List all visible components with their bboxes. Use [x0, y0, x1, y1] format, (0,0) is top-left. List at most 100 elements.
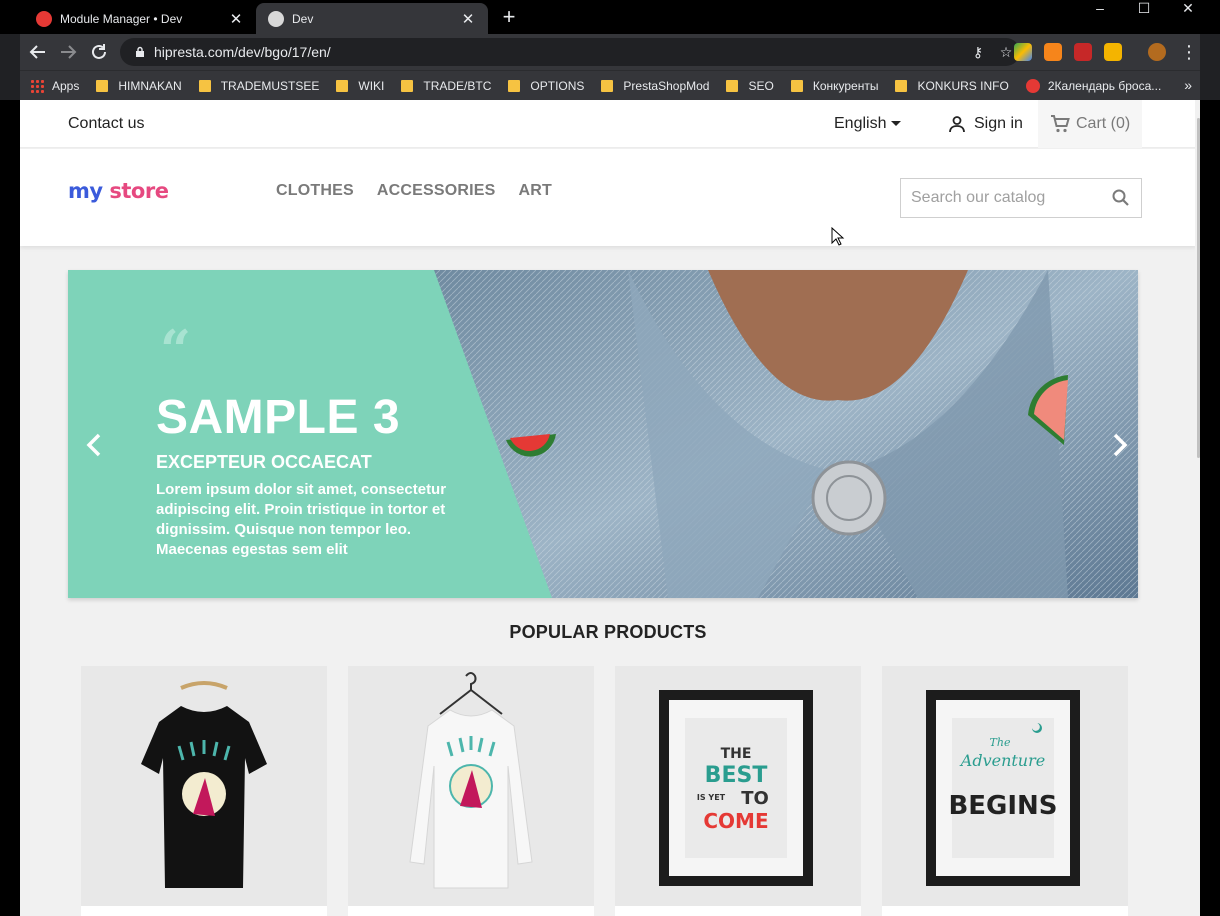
bookmark-calendar[interactable]: 2Календарь броса...: [1025, 78, 1161, 93]
language-label: English: [834, 115, 887, 132]
browser-toolbar: hipresta.com/dev/bgo/17/en/ ⚷ ☆ ⋮: [20, 34, 1200, 70]
bookmarks-overflow-icon[interactable]: »: [1184, 77, 1192, 93]
folder-icon: [601, 79, 614, 92]
calendar-dot-icon: [1025, 78, 1040, 93]
cart-label: Cart (0): [1076, 115, 1131, 132]
svg-text:THE: THE: [721, 746, 752, 762]
bookmark-folder[interactable]: TRADEMUSTSEE: [198, 79, 319, 93]
product-grid: THE BEST IS YET TO COME The Adventure BE…: [81, 666, 1131, 916]
tab-strip: Module Manager • Dev ✕ Dev ✕ + – ☐ ✕: [0, 0, 1220, 34]
metamask-extension-icon[interactable]: [1044, 43, 1062, 61]
carousel-prev-icon[interactable]: [84, 430, 104, 460]
store-logo[interactable]: my store: [68, 179, 169, 203]
bookmark-folder[interactable]: KONKURS INFO: [895, 79, 1009, 93]
tab-title: Dev: [292, 11, 314, 26]
bookmark-apps[interactable]: Apps: [20, 78, 79, 93]
key-icon[interactable]: ⚷: [964, 44, 992, 61]
hero-carousel[interactable]: “ SAMPLE 3 EXCEPTEUR OCCAECAT Lorem ipsu…: [68, 270, 1138, 598]
top-nav: Contact us English Sign in Cart (0): [20, 100, 1196, 148]
menu-item-accessories[interactable]: ACCESSORIES: [377, 182, 496, 200]
menu-kebab-icon[interactable]: ⋮: [1176, 39, 1202, 65]
product-card[interactable]: [81, 666, 327, 916]
bookmark-folder[interactable]: TRADE/BTC: [401, 79, 491, 93]
product-card-footer: [81, 906, 327, 916]
folder-icon: [96, 79, 109, 92]
main-menu: CLOTHES ACCESSORIES ART: [276, 182, 575, 200]
bookmark-folder[interactable]: PrestaShopMod: [601, 79, 709, 93]
tab-close-icon[interactable]: ✕: [458, 10, 478, 28]
menu-item-clothes[interactable]: CLOTHES: [276, 182, 354, 200]
bookmark-folder[interactable]: OPTIONS: [508, 79, 584, 93]
bookmark-folder[interactable]: HIMNAKAN: [96, 79, 182, 93]
svg-text:Adventure: Adventure: [959, 751, 1045, 770]
folder-icon: [895, 79, 908, 92]
search-input[interactable]: Search our catalog: [901, 189, 1111, 207]
cart-button[interactable]: Cart (0): [1038, 100, 1142, 148]
search-box[interactable]: Search our catalog: [900, 178, 1142, 218]
minimize-button[interactable]: –: [1080, 0, 1120, 16]
product-card-footer: [348, 906, 594, 916]
reload-icon[interactable]: [86, 39, 112, 65]
store-page: Contact us English Sign in Cart (0) my s…: [20, 100, 1200, 916]
tab-dev[interactable]: Dev ✕: [256, 3, 488, 34]
tab-title: Module Manager • Dev: [60, 11, 183, 26]
store-favicon-icon: [268, 10, 284, 27]
folder-icon: [198, 79, 211, 92]
close-window-button[interactable]: ✕: [1168, 0, 1208, 16]
profile-avatar[interactable]: [1148, 43, 1166, 61]
prestashop-favicon-icon: [36, 10, 52, 27]
scrollbar-thumb[interactable]: [1197, 118, 1200, 458]
product-card-footer: [882, 906, 1128, 916]
product-card[interactable]: THE BEST IS YET TO COME: [615, 666, 861, 916]
cart-icon: [1051, 115, 1070, 133]
caret-down-icon: [891, 121, 902, 127]
drive-extension-icon[interactable]: [1014, 43, 1032, 61]
url-text: hipresta.com/dev/bgo/17/en/: [154, 44, 331, 60]
bookmark-folder[interactable]: Конкуренты: [790, 79, 878, 93]
search-icon[interactable]: [1111, 188, 1131, 208]
menu-item-art[interactable]: ART: [519, 182, 552, 200]
new-tab-button[interactable]: +: [497, 5, 521, 29]
tab-module-manager[interactable]: Module Manager • Dev ✕: [24, 3, 256, 34]
product-card[interactable]: The Adventure BEGINS: [882, 666, 1128, 916]
site-header: my store CLOTHES ACCESSORIES ART Search …: [20, 149, 1196, 246]
svg-text:COME: COME: [703, 809, 768, 833]
folder-icon: [726, 79, 739, 92]
sign-in-label: Sign in: [974, 115, 1023, 132]
contact-us-link[interactable]: Contact us: [68, 115, 144, 133]
folder-icon: [336, 79, 349, 92]
mouse-cursor-icon: [831, 227, 845, 246]
svg-text:BEGINS: BEGINS: [948, 791, 1057, 821]
browser-chrome: Module Manager • Dev ✕ Dev ✕ + – ☐ ✕ hip…: [0, 0, 1220, 100]
folder-icon: [508, 79, 521, 92]
page-scrollbar[interactable]: [1195, 100, 1200, 916]
slide-description: Lorem ipsum dolor sit amet, consectetur …: [156, 481, 447, 558]
language-selector[interactable]: English: [834, 115, 902, 133]
product-card-footer: [615, 906, 861, 916]
white-sweater-image: [409, 672, 533, 889]
apps-grid-icon: [30, 78, 44, 93]
s-extension-icon[interactable]: [1074, 43, 1092, 61]
folder-icon: [790, 79, 803, 92]
forward-icon[interactable]: [55, 39, 81, 65]
popular-products-title: POPULAR PRODUCTS: [509, 622, 707, 642]
maximize-button[interactable]: ☐: [1124, 0, 1164, 16]
product-card[interactable]: [348, 666, 594, 916]
quote-icon: “: [160, 318, 192, 382]
svg-text:TO: TO: [741, 788, 769, 809]
sq-extension-icon[interactable]: [1104, 43, 1122, 61]
bookmarks-bar: Apps HIMNAKAN TRADEMUSTSEE WIKI TRADE/BT…: [20, 70, 1200, 100]
carousel-next-icon[interactable]: [1110, 430, 1130, 460]
bookmark-folder[interactable]: SEO: [726, 79, 774, 93]
svg-text:BEST: BEST: [705, 763, 768, 788]
folder-icon: [401, 79, 414, 92]
bookmark-folder[interactable]: WIKI: [336, 79, 384, 93]
sign-in-link[interactable]: Sign in: [948, 115, 1023, 133]
svg-text:The: The: [990, 736, 1011, 749]
person-icon: [949, 116, 965, 133]
poster-adventure-image: The Adventure BEGINS: [926, 690, 1080, 886]
svg-text:IS YET: IS YET: [697, 793, 726, 802]
tab-close-icon[interactable]: ✕: [226, 10, 246, 28]
address-bar[interactable]: hipresta.com/dev/bgo/17/en/ ⚷ ☆: [120, 38, 1020, 66]
back-icon[interactable]: [25, 39, 51, 65]
